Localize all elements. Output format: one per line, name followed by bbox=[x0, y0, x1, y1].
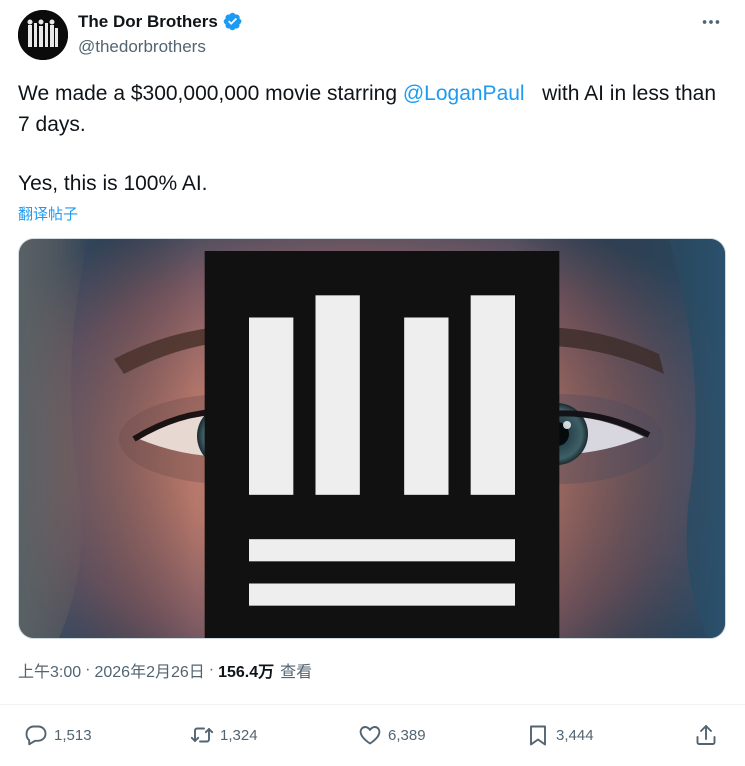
tweet-text: We made a $300,000,000 movie starring @L… bbox=[18, 78, 718, 199]
retweet-count: 1,324 bbox=[220, 726, 258, 744]
views-count: 156.4万 bbox=[218, 664, 275, 681]
views-label: 查看 bbox=[280, 664, 313, 681]
like-count: 6,389 bbox=[388, 726, 426, 744]
author-display-name[interactable]: The Dor Brothers bbox=[78, 12, 218, 32]
retweet-button[interactable]: 1,324 bbox=[190, 723, 258, 747]
avatar[interactable] bbox=[18, 10, 68, 60]
more-options-button[interactable] bbox=[697, 12, 725, 32]
post-time[interactable]: 上午3:00 bbox=[18, 658, 81, 682]
more-dots-icon bbox=[702, 20, 720, 24]
share-button[interactable] bbox=[694, 723, 718, 747]
share-icon bbox=[696, 725, 716, 745]
bookmark-button[interactable]: 3,444 bbox=[526, 723, 594, 747]
post-date[interactable]: 2026年2月26日 bbox=[94, 658, 204, 682]
action-bar: 1,513 1,324 6,389 3,444 bbox=[0, 704, 745, 765]
bookmark-count: 3,444 bbox=[556, 726, 594, 744]
reply-button[interactable]: 1,513 bbox=[24, 723, 92, 747]
post-meta: 上午3:00 · 2026年2月26日 · 156.4万 查看 bbox=[18, 658, 312, 682]
like-button[interactable]: 6,389 bbox=[358, 723, 426, 747]
retweet-icon bbox=[190, 727, 214, 743]
author-name-row: The Dor Brothers bbox=[78, 11, 243, 32]
reply-count: 1,513 bbox=[54, 726, 92, 744]
tweet-paragraph-1: We made a $300,000,000 movie starring @L… bbox=[18, 78, 718, 140]
tweet-post: The Dor Brothers @thedorbrothers We made… bbox=[0, 0, 745, 766]
bookmark-icon bbox=[530, 725, 546, 746]
mention-link[interactable]: @LoganPaul bbox=[403, 82, 525, 105]
meta-separator: · bbox=[208, 661, 215, 678]
translate-post-link[interactable]: 翻译帖子 bbox=[18, 203, 78, 224]
meta-separator: · bbox=[85, 661, 91, 678]
author-handle[interactable]: @thedorbrothers bbox=[78, 37, 206, 57]
verified-badge-icon bbox=[222, 11, 243, 32]
media-watermark-logo-icon bbox=[204, 251, 560, 638]
video-media[interactable] bbox=[18, 238, 726, 639]
reply-icon bbox=[25, 725, 47, 746]
dor-brothers-logo-icon bbox=[18, 10, 68, 60]
tweet-text-before-mention: We made a $300,000,000 movie starring bbox=[18, 82, 403, 105]
tweet-paragraph-2: Yes, this is 100% AI. bbox=[18, 172, 208, 195]
heart-icon bbox=[359, 726, 381, 745]
